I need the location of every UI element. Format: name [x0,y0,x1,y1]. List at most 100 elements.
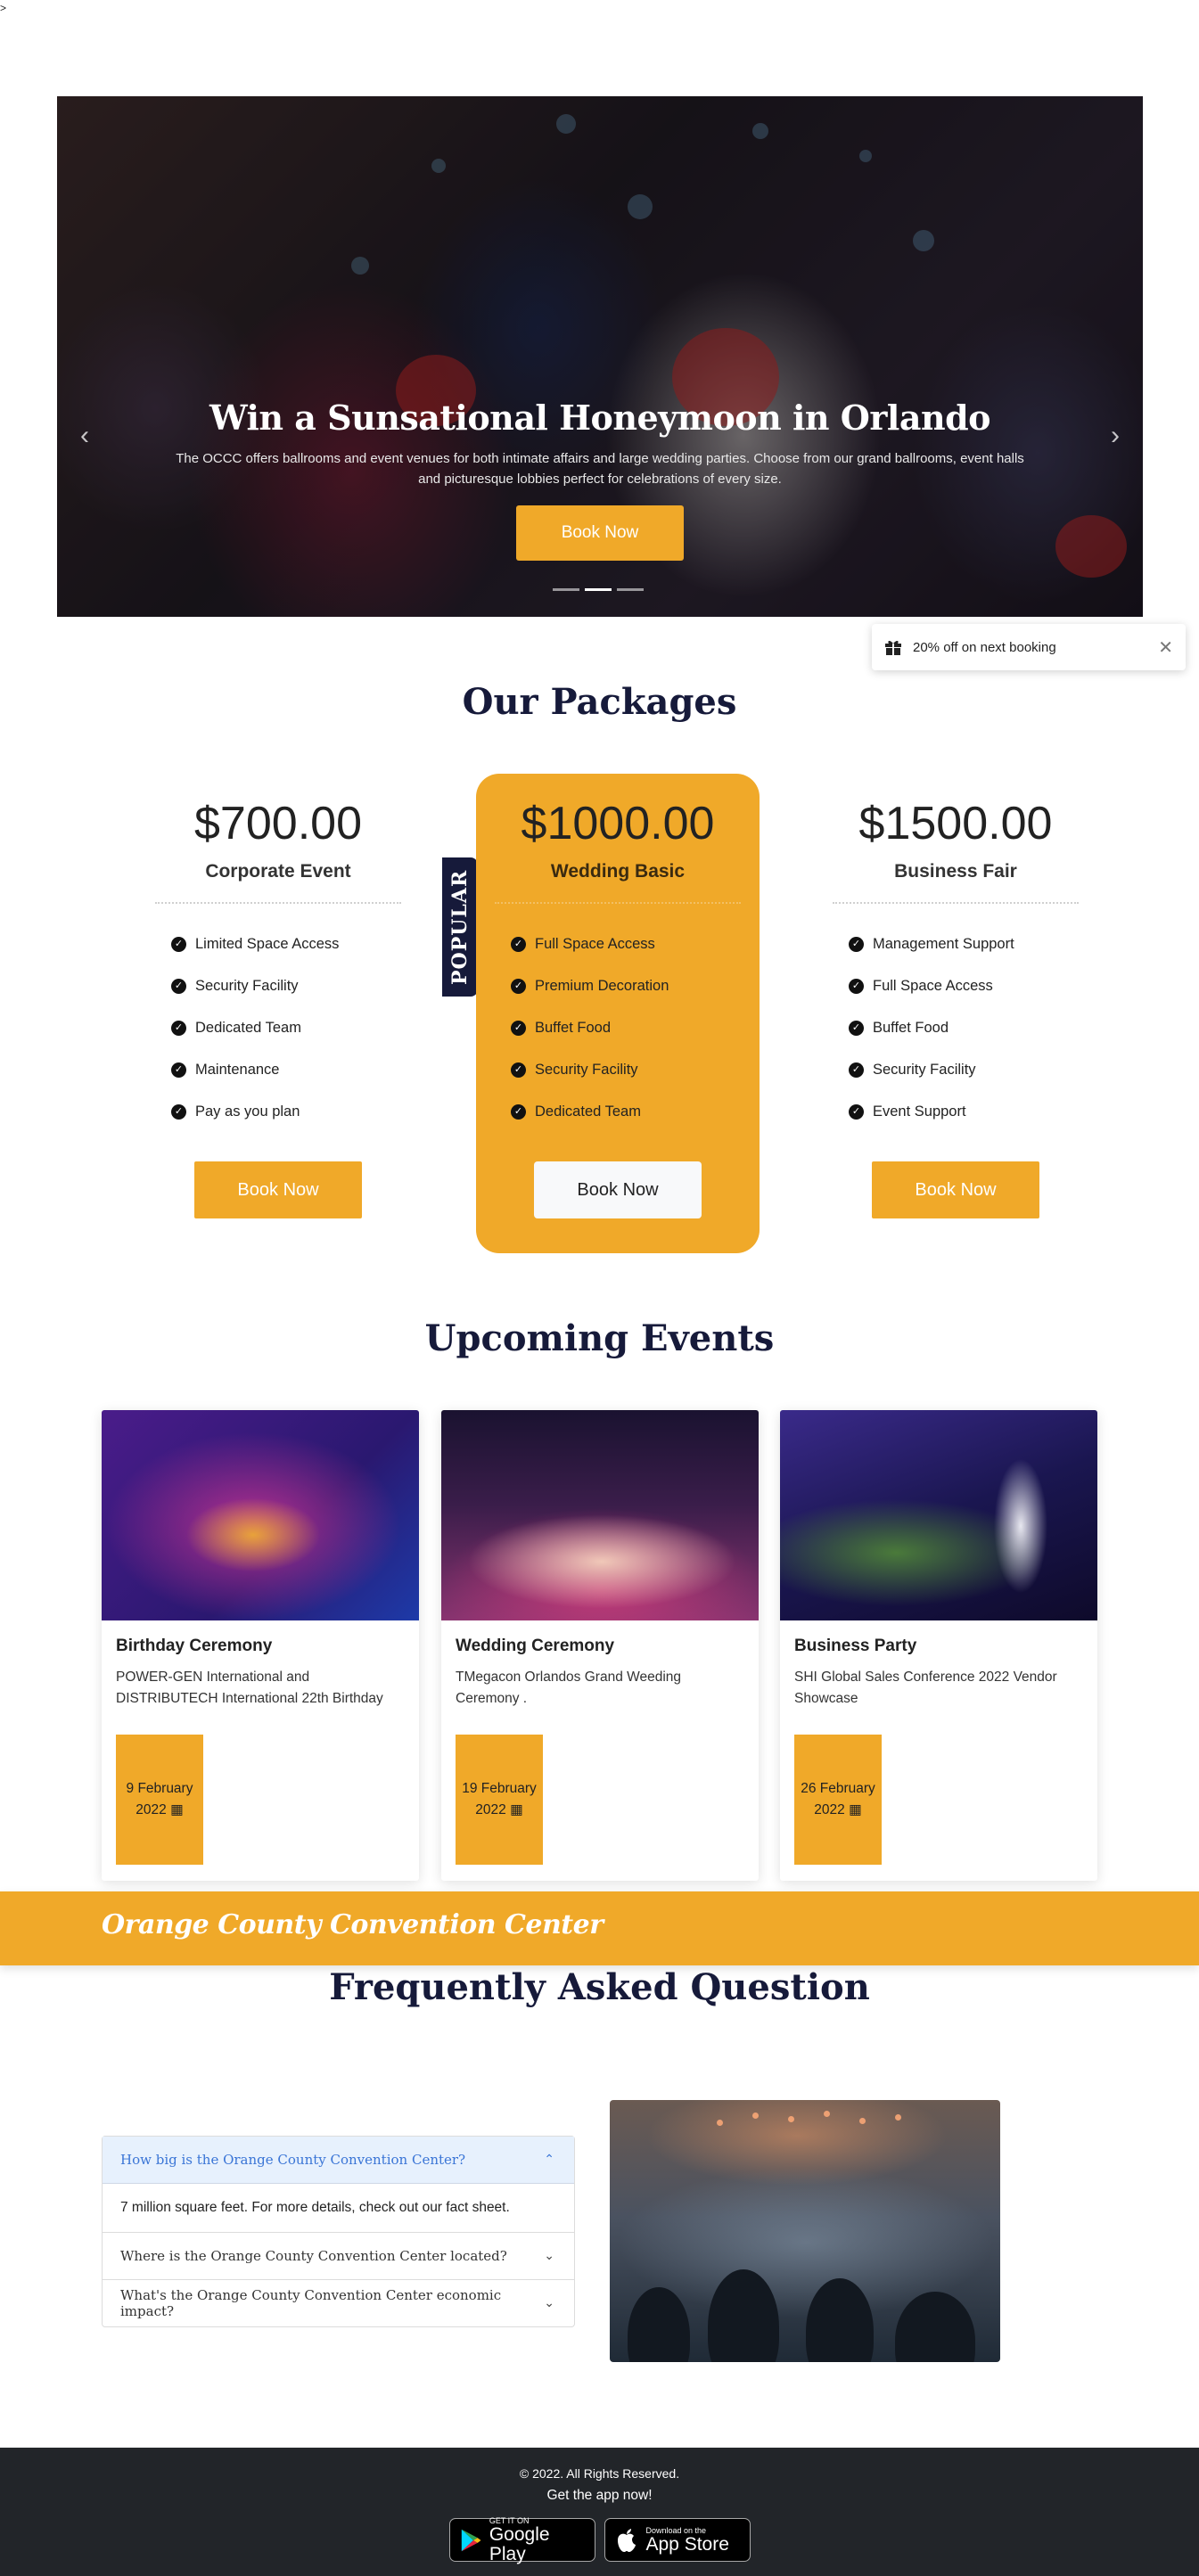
google-play-icon [461,2529,480,2551]
feature-list: ✓ Full Space Access ✓ Premium Decoration ✓… [511,923,725,1133]
get-app-text: Get the app now! [546,2488,653,2503]
popular-badge: POPULAR [442,857,478,997]
feature-item: ✓ Security Facility [849,1049,1063,1091]
feature-item: ✓ Limited Space Access [171,923,385,965]
check-icon: ✓ [171,1021,186,1036]
feature-item: ✓ Buffet Food [849,1007,1063,1049]
hero-carousel: ‹ › Win a Sunsational Honeymoon in Orlan… [57,96,1143,617]
check-icon: ✓ [171,979,186,994]
feature-item: ✓ Security Facility [511,1049,725,1091]
event-image [102,1410,419,1620]
check-icon: ✓ [511,1062,526,1078]
faq-question-open[interactable]: How big is the Orange County Convention … [103,2137,574,2184]
stage-light [717,2120,723,2126]
close-icon[interactable]: ✕ [1158,636,1173,659]
calendar-icon: ▦ [170,1802,184,1817]
brand-banner: Orange County Convention Center [0,1891,1199,1965]
stage-light [788,2116,794,2122]
apple-icon [617,2528,636,2552]
chevron-down-icon: ⌄ [544,2296,554,2310]
faq-question[interactable]: What's the Orange County Convention Cent… [103,2279,574,2326]
divider [833,902,1079,904]
feature-item: ✓ Event Support [849,1091,1063,1133]
crowd-silhouette [708,2269,779,2362]
check-icon: ✓ [849,937,864,952]
feature-item: ✓ Security Facility [171,965,385,1007]
package-card: $700.00 Corporate Event ✓ Limited Space A… [136,774,420,1253]
package-card: $1500.00 Business Fair ✓ Management Suppo… [814,774,1097,1253]
carousel-indicator-active[interactable] [585,588,612,591]
google-play-button[interactable]: GET IT ON Google Play [448,2516,595,2564]
chevron-down-icon: ⌄ [544,2249,554,2263]
feature-list: ✓ Limited Space Access ✓ Security Facility… [171,923,385,1133]
package-name: Business Fair [894,861,1017,882]
gift-icon [885,640,901,655]
faq-title: Frequently Asked Question [329,1966,870,2008]
stage-light [895,2114,901,2121]
hero-text: The OCCC offers ballrooms and event venu… [176,451,1024,487]
packages-title: Our Packages [462,681,737,723]
event-title: Birthday Ceremony [116,1637,273,1655]
check-icon: ✓ [171,1104,186,1120]
event-image [441,1410,759,1620]
feature-item: ✓ Full Space Access [849,965,1063,1007]
calendar-icon: ▦ [849,1802,862,1817]
banner-text: Orange County Convention Center [102,1909,604,1940]
package-price: $700.00 [194,798,362,849]
hero-caption: Win a Sunsational Honeymoon in Orlando T… [57,398,1143,561]
stage-light [859,2118,866,2124]
check-icon: ✓ [849,1104,864,1120]
event-title: Wedding Ceremony [456,1637,615,1655]
event-card[interactable]: Wedding Ceremony TMegacon Orlandos Grand… [441,1410,759,1881]
divider [495,902,741,904]
hero-book-now-button[interactable]: Book Now [516,505,684,561]
bubble-decor [859,150,872,162]
hero-title: Win a Sunsational Honeymoon in Orlando [209,398,991,438]
feature-item: ✓ Full Space Access [511,923,725,965]
carousel-indicator[interactable] [553,588,579,591]
check-icon: ✓ [849,1021,864,1036]
package-card-featured: $1000.00 Wedding Basic ✓ Full Space Acces… [476,774,760,1253]
event-date: 9 February 2022 ▦ [116,1735,203,1865]
feature-item: ✓ Pay as you plan [171,1091,385,1133]
app-store-button[interactable]: Download on the App Store [604,2518,751,2562]
promo-text: 20% off on next booking [913,639,1056,655]
footer: © 2022. All Rights Reserved. Get the app… [0,2448,1199,2576]
package-name: Wedding Basic [550,861,686,882]
crowd-silhouette [895,2292,975,2362]
book-now-button[interactable]: Book Now [194,1161,362,1218]
check-icon: ✓ [171,937,186,952]
book-now-button[interactable]: Book Now [872,1161,1039,1218]
event-title: Business Party [794,1637,917,1655]
feature-list: ✓ Management Support ✓ Full Space Access ✓… [849,923,1063,1133]
package-price: $1000.00 [521,798,715,849]
stage-light [824,2111,830,2117]
event-description: POWER-GEN International and DISTRIBUTECH… [116,1669,383,1706]
check-icon: ✓ [171,1062,186,1078]
copyright: © 2022. All Rights Reserved. [519,2466,680,2481]
bubble-decor [431,159,446,173]
carousel-indicators [553,588,644,591]
calendar-icon: ▦ [510,1802,523,1817]
bubble-decor [913,230,934,251]
package-name: Corporate Event [205,861,351,882]
event-description: SHI Global Sales Conference 2022 Vendor … [794,1669,1057,1706]
store-badges: GET IT ON Google Play Download on the Ap… [0,2516,1199,2564]
event-date: 19 February 2022 ▦ [456,1735,543,1865]
event-card[interactable]: Birthday Ceremony POWER-GEN Internationa… [102,1410,419,1881]
events-title: Upcoming Events [424,1317,775,1359]
event-card[interactable]: Business Party SHI Global Sales Conferen… [780,1410,1097,1881]
divider [155,902,401,904]
package-price: $1500.00 [858,798,1053,849]
carousel-indicator[interactable] [617,588,644,591]
chevron-up-icon: ⌃ [544,2153,554,2167]
book-now-button[interactable]: Book Now [534,1161,702,1218]
stray-character: > [0,2,7,14]
bubble-decor [628,194,653,219]
faq-question[interactable]: Where is the Orange County Convention Ce… [103,2232,574,2279]
check-icon: ✓ [511,937,526,952]
event-image [780,1410,1097,1620]
feature-item: ✓ Management Support [849,923,1063,965]
event-date: 26 February 2022 ▦ [794,1735,882,1865]
feature-item: ✓ Maintenance [171,1049,385,1091]
